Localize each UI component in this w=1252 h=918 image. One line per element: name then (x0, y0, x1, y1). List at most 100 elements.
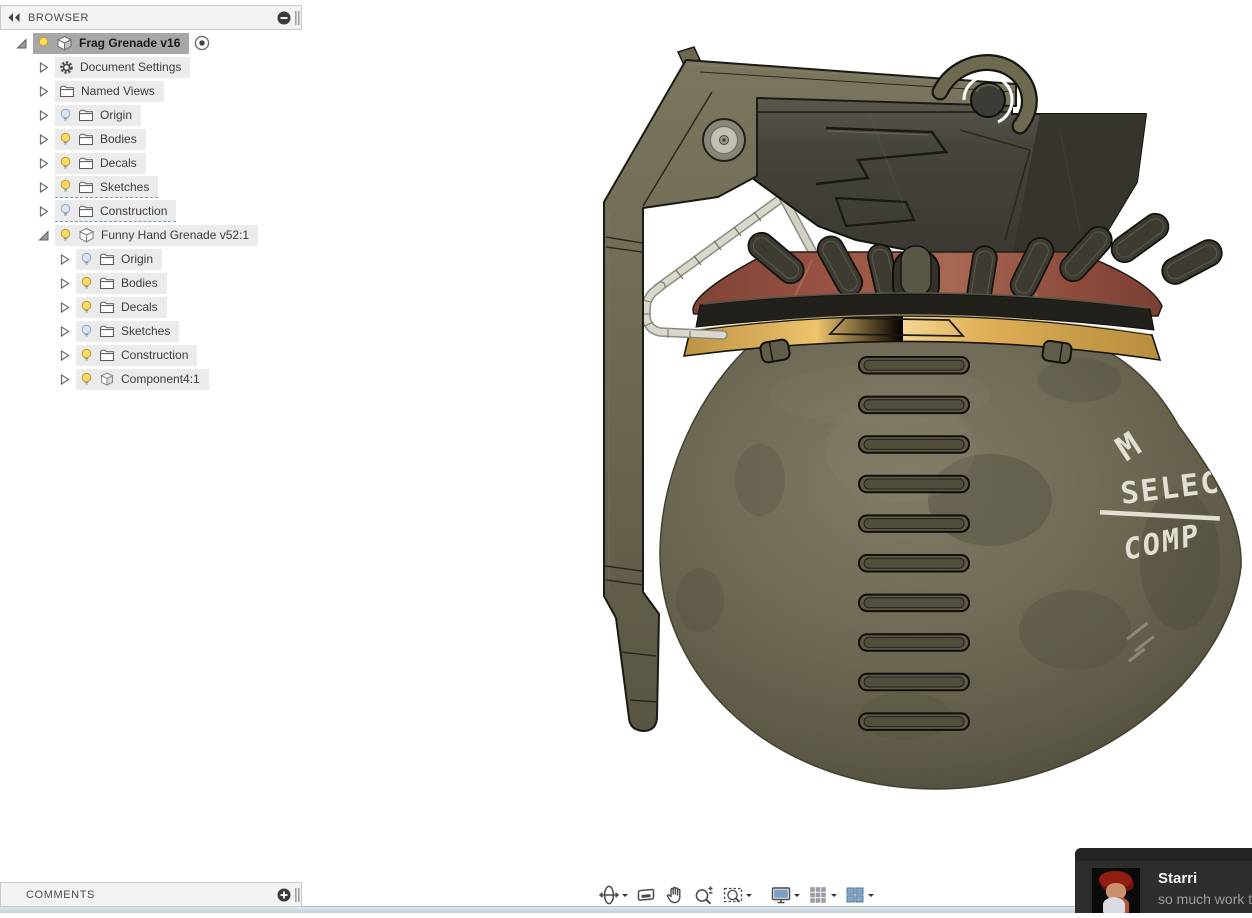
collapsed-triangle-icon[interactable] (37, 157, 50, 170)
tree-twisty[interactable] (57, 348, 71, 362)
dropdown-caret-icon[interactable] (622, 894, 628, 900)
tree-twisty[interactable] (36, 60, 50, 74)
tree-twisty[interactable] (57, 372, 71, 386)
visibility-bulb-off-icon[interactable] (80, 324, 93, 339)
collapsed-triangle-icon[interactable] (58, 253, 71, 266)
tree-item-chip[interactable]: Decals (76, 297, 167, 318)
stream-username: Starri (1158, 870, 1197, 887)
comments-panel-title: COMMENTS (26, 889, 95, 901)
tree-item-chip[interactable]: Bodies (76, 273, 167, 294)
nav-look-at-button[interactable] (635, 884, 657, 906)
visibility-bulb-on-icon[interactable] (59, 156, 72, 171)
tree-item-label: Bodies (121, 276, 158, 290)
tree-item-decals[interactable]: Decals (0, 295, 320, 319)
nav-layout-grid-button[interactable] (807, 884, 837, 906)
panel-grip-handle[interactable] (295, 10, 300, 26)
tree-twisty[interactable] (36, 132, 50, 146)
nav-viewports-button[interactable] (844, 884, 874, 906)
visibility-bulb-off-icon[interactable] (80, 252, 93, 267)
nav-pan-button[interactable] (664, 884, 686, 906)
tree-item-component4-1[interactable]: Component4:1 (0, 367, 320, 391)
tree-twisty[interactable] (36, 108, 50, 122)
tree-item-chip[interactable]: Sketches (76, 321, 179, 342)
collapsed-triangle-icon[interactable] (58, 301, 71, 314)
tree-item-label: Frag Grenade v16 (79, 36, 180, 50)
folder-icon (59, 84, 75, 98)
tree-twisty[interactable] (36, 156, 50, 170)
tree-item-bodies[interactable]: Bodies (0, 127, 320, 151)
nav-display-settings-button[interactable] (770, 884, 800, 906)
tree-item-chip[interactable]: Bodies (55, 129, 146, 150)
tree-item-named-views[interactable]: Named Views (0, 79, 320, 103)
dropdown-caret-icon[interactable] (746, 894, 752, 900)
tree-item-label: Origin (100, 108, 132, 122)
visibility-bulb-on-icon[interactable] (80, 300, 93, 315)
tree-item-chip[interactable]: Construction (76, 345, 197, 366)
tree-twisty[interactable] (36, 204, 50, 218)
tree-item-sketches[interactable]: Sketches (0, 319, 320, 343)
tree-item-chip[interactable]: Funny Hand Grenade v52:1 (55, 225, 258, 246)
nav-fit-zoom-window-button[interactable] (722, 884, 752, 906)
collapsed-triangle-icon[interactable] (37, 205, 50, 218)
collapsed-triangle-icon[interactable] (37, 85, 50, 98)
tree-twisty[interactable] (57, 276, 71, 290)
visibility-bulb-on-icon[interactable] (80, 348, 93, 363)
collapsed-triangle-icon[interactable] (37, 61, 50, 74)
dropdown-caret-icon[interactable] (794, 894, 800, 900)
tree-item-chip[interactable]: Origin (55, 105, 141, 126)
tree-item-construction[interactable]: Construction (0, 343, 320, 367)
tree-item-construction[interactable]: Construction (0, 199, 320, 223)
dropdown-caret-icon[interactable] (831, 894, 837, 900)
collapse-panel-icon[interactable] (7, 12, 21, 23)
nav-orbit-button[interactable] (598, 884, 628, 906)
tree-item-chip[interactable]: Origin (76, 249, 162, 270)
tree-item-origin[interactable]: Origin (0, 103, 320, 127)
tree-item-chip[interactable]: Frag Grenade v16 (33, 33, 189, 54)
collapsed-triangle-icon[interactable] (37, 109, 50, 122)
panel-grip-handle[interactable] (295, 887, 300, 903)
expanded-triangle-icon[interactable] (37, 229, 50, 242)
tree-twisty[interactable] (36, 228, 50, 242)
expand-comments-icon[interactable] (277, 888, 291, 902)
expanded-triangle-icon[interactable] (15, 37, 28, 50)
collapsed-triangle-icon[interactable] (58, 277, 71, 290)
tree-item-origin[interactable]: Origin (0, 247, 320, 271)
tree-twisty[interactable] (36, 84, 50, 98)
tree-item-chip[interactable]: Named Views (55, 81, 164, 102)
visibility-bulb-on-icon[interactable] (80, 276, 93, 291)
dropdown-caret-icon[interactable] (868, 894, 874, 900)
visibility-bulb-off-icon[interactable] (59, 108, 72, 123)
collapsed-triangle-icon[interactable] (37, 181, 50, 194)
visibility-bulb-on-icon[interactable] (80, 372, 93, 387)
visibility-bulb-on-icon[interactable] (59, 228, 72, 243)
tree-item-chip[interactable]: Sketches (55, 176, 158, 198)
minimize-panel-icon[interactable] (277, 11, 291, 25)
tree-item-chip[interactable]: Component4:1 (76, 369, 209, 390)
tree-item-funny-hand-grenade-v52-1[interactable]: Funny Hand Grenade v52:1 (0, 223, 320, 247)
collapsed-triangle-icon[interactable] (37, 133, 50, 146)
visibility-bulb-on-icon[interactable] (59, 179, 72, 194)
visibility-bulb-off-icon[interactable] (59, 203, 72, 218)
collapsed-triangle-icon[interactable] (58, 349, 71, 362)
tree-item-frag-grenade-v16[interactable]: Frag Grenade v16 (0, 31, 320, 55)
tree-item-label: Bodies (100, 132, 137, 146)
tree-item-bodies[interactable]: Bodies (0, 271, 320, 295)
component-icon (56, 35, 73, 51)
tree-twisty[interactable] (36, 180, 50, 194)
tree-item-chip[interactable]: Document Settings (55, 57, 190, 78)
visibility-bulb-on-icon[interactable] (37, 36, 50, 51)
nav-zoom-button[interactable] (693, 884, 715, 906)
tree-twisty[interactable] (57, 252, 71, 266)
visibility-bulb-on-icon[interactable] (59, 132, 72, 147)
tree-twisty[interactable] (14, 36, 28, 50)
tree-twisty[interactable] (57, 324, 71, 338)
tree-item-chip[interactable]: Decals (55, 153, 146, 174)
collapsed-triangle-icon[interactable] (58, 373, 71, 386)
tree-item-sketches[interactable]: Sketches (0, 175, 320, 199)
tree-item-decals[interactable]: Decals (0, 151, 320, 175)
tree-item-document-settings[interactable]: Document Settings (0, 55, 320, 79)
tree-twisty[interactable] (57, 300, 71, 314)
activate-component-radio-icon[interactable] (194, 35, 210, 51)
tree-item-chip[interactable]: Construction (55, 200, 176, 222)
collapsed-triangle-icon[interactable] (58, 325, 71, 338)
